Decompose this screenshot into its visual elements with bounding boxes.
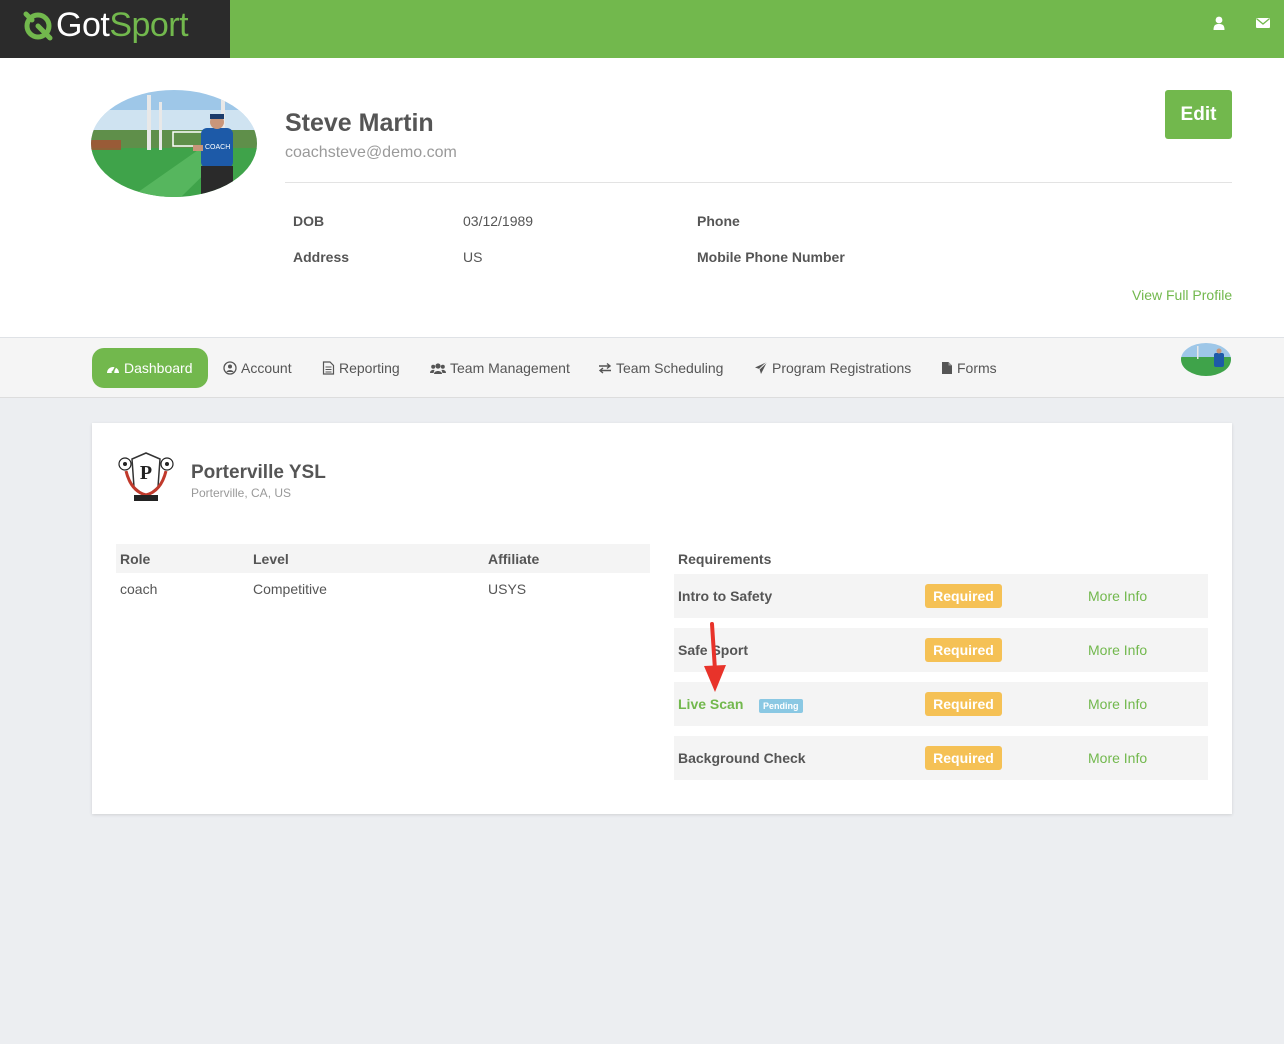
requirements-title: Requirements [678, 551, 772, 567]
role-cell: coach [120, 581, 158, 597]
nav-team-scheduling[interactable]: Team Scheduling [598, 348, 723, 388]
edit-profile-button[interactable]: Edit [1165, 90, 1232, 139]
nav-dashboard-label: Dashboard [124, 360, 193, 376]
requirement-name: Intro to Safety [678, 588, 773, 604]
nav-team-scheduling-label: Team Scheduling [616, 360, 724, 376]
dob-value: 03/12/1989 [463, 213, 534, 229]
nav-program-registrations[interactable]: Program Registrations [754, 348, 911, 388]
level-cell: Competitive [253, 581, 327, 597]
club-card: P Porterville YSL Porterville, CA, US Ro… [92, 423, 1232, 814]
mobile-phone-label: Mobile Phone Number [697, 249, 845, 265]
svg-text:P: P [140, 462, 152, 484]
club-location: Porterville, CA, US [191, 486, 292, 500]
requirement-row: Safe Sport Required More Info [674, 628, 1208, 672]
nav-program-registrations-label: Program Registrations [772, 360, 912, 376]
more-info-link[interactable]: More Info [1088, 696, 1147, 712]
affiliate-cell: USYS [488, 581, 527, 597]
required-badge: Required [925, 584, 1002, 608]
nav-account-label: Account [241, 360, 292, 376]
nav-team-management-label: Team Management [450, 360, 570, 376]
file-text-icon [322, 361, 335, 375]
paper-plane-icon [755, 361, 768, 374]
avatar-image [1181, 343, 1231, 376]
exchange-icon [598, 362, 612, 374]
svg-text:COACH: COACH [205, 144, 230, 151]
phone-label: Phone [697, 213, 740, 229]
profile-email: coachsteve@demo.com [285, 144, 457, 161]
users-icon [430, 362, 446, 374]
required-badge: Required [925, 638, 1002, 662]
address-value: US [463, 249, 483, 265]
affiliate-header: Affiliate [488, 551, 540, 567]
club-logo-icon: P [118, 452, 174, 501]
user-circle-icon [223, 361, 237, 375]
profile-divider [285, 182, 1232, 183]
logo-wordmark: GotSport [56, 6, 189, 44]
dob-label: DOB [293, 213, 325, 229]
more-info-link[interactable]: More Info [1088, 750, 1147, 766]
club-name: Porterville YSL [191, 462, 326, 483]
profile-avatar: COACH [91, 90, 257, 197]
required-badge: Required [925, 692, 1002, 716]
live-scan-link[interactable]: Live Scan [678, 696, 743, 712]
dashboard-icon [107, 365, 119, 374]
nav-forms[interactable]: Forms [941, 348, 997, 388]
nav-reporting[interactable]: Reporting [322, 348, 400, 388]
profile-name: Steve Martin [285, 109, 434, 137]
coach-photo-image: COACH [91, 90, 257, 197]
more-info-link[interactable]: More Info [1088, 642, 1147, 658]
nav-dashboard[interactable]: Dashboard [92, 348, 208, 388]
nav-forms-label: Forms [957, 360, 997, 376]
pending-badge: Pending [759, 699, 803, 713]
nav-reporting-label: Reporting [339, 360, 400, 376]
logo-mark-icon [23, 11, 53, 41]
address-label: Address [293, 249, 350, 265]
level-header: Level [253, 551, 289, 567]
more-info-link[interactable]: More Info [1088, 588, 1147, 604]
required-badge: Required [925, 746, 1002, 770]
profile-header: COACH Steve Martin coachsteve@demo.com E… [0, 58, 1284, 338]
file-icon [942, 362, 952, 374]
view-full-profile-link[interactable]: View Full Profile [1132, 287, 1232, 303]
nav-account[interactable]: Account [223, 348, 292, 388]
gotsport-logo[interactable]: GotSport [0, 0, 230, 58]
requirement-row: Intro to Safety Required More Info [674, 574, 1208, 618]
user-icon[interactable] [1211, 15, 1227, 31]
envelope-icon[interactable] [1255, 15, 1271, 31]
top-bar: GotSport [0, 0, 1284, 58]
requirement-row: Live Scan Pending Required More Info [674, 682, 1208, 726]
role-header: Role [120, 551, 151, 567]
roles-table-header: Role Level Affiliate [116, 544, 650, 573]
requirement-row: Background Check Required More Info [674, 736, 1208, 780]
annotation-arrow-icon [704, 622, 726, 692]
requirement-name: Background Check [678, 750, 806, 766]
main-nav: Dashboard Account Reporting Team Managem… [0, 338, 1284, 398]
user-avatar-menu[interactable] [1181, 343, 1231, 376]
nav-team-management[interactable]: Team Management [430, 348, 570, 388]
